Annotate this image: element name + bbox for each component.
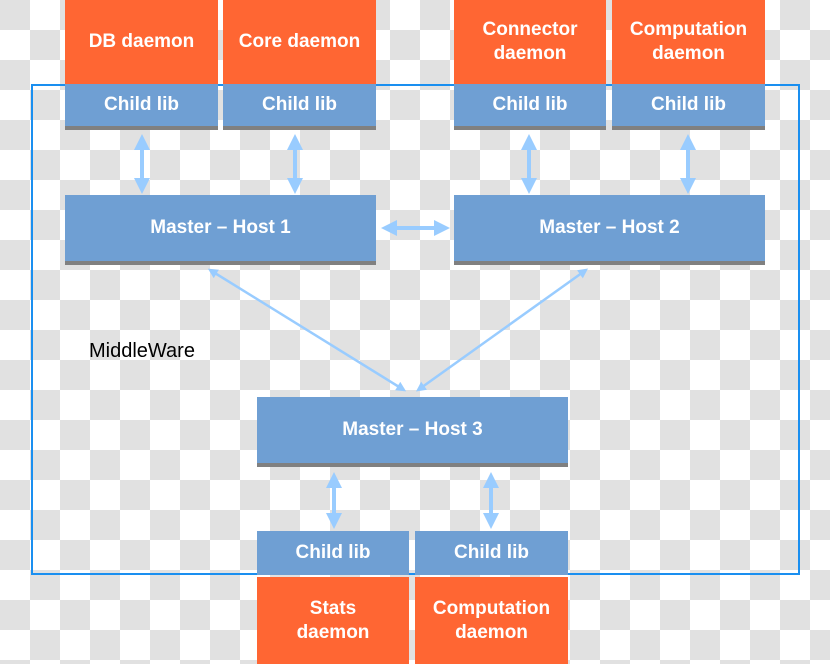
arrow-master1-master3 — [207, 268, 407, 392]
arrow-master2-master3 — [415, 268, 589, 392]
arrows-layer — [134, 134, 696, 529]
